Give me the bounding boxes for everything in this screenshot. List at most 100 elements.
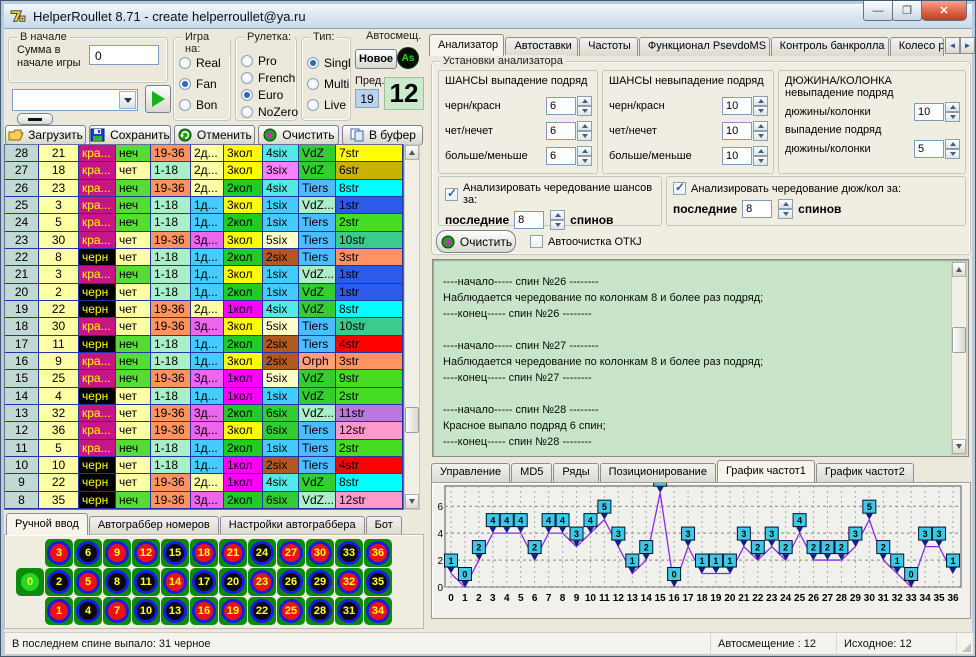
table-row[interactable]: 835черннеч19-363д...2кол6sixVdZ...12str [5,492,403,509]
new-button[interactable]: Новое [355,49,397,69]
history-combobox[interactable] [12,89,138,111]
alt-dozen-checkbox[interactable] [673,182,686,195]
spinner-buttons[interactable] [577,121,592,141]
radio-nozero[interactable]: NoZero [241,103,294,120]
number-button-31[interactable]: 31 [335,597,363,625]
number-button-26[interactable]: 26 [277,568,305,596]
table-row[interactable]: 1332кра...чет19-363д...2кол6sixVdZ...11s… [5,405,403,422]
clear-button[interactable]: Очистить [258,125,339,145]
number-button-20[interactable]: 20 [219,568,247,596]
tab-бот[interactable]: Бот [366,516,402,535]
table-scrollbar[interactable] [404,144,420,510]
radio-multi[interactable]: Multi [307,73,348,94]
table-row[interactable]: 245кра...неч1-181д...2кол1sixTiers2str [5,214,403,231]
autoclear-checkbox[interactable] [530,235,543,248]
spin-down-icon[interactable] [577,106,592,116]
spin-up-icon[interactable] [577,121,592,131]
spinner-buttons[interactable] [753,146,768,166]
table-row[interactable]: 922чернчет19-362д...1кол4sixVdZ8str [5,474,403,491]
number-button-8[interactable]: 8 [103,568,131,596]
spinner-buttons[interactable] [577,146,592,166]
spinner-buttons[interactable] [577,96,592,116]
number-button-36[interactable]: 36 [364,539,392,567]
spin-up-icon[interactable] [550,210,565,220]
spin-down-icon[interactable] [945,112,960,122]
scroll-thumb[interactable] [405,407,419,433]
spin-up-icon[interactable] [778,199,793,209]
spin-up-icon[interactable] [945,102,960,112]
number-button-0[interactable]: 0 [16,568,44,596]
scroll-up-icon[interactable] [405,145,419,160]
spin-up-icon[interactable] [577,96,592,106]
number-button-15[interactable]: 15 [161,539,189,567]
table-row[interactable]: 1010чернчет1-181д...1кол2sixTiers4str [5,457,403,474]
tab-функционал-psevdoms[interactable]: Функционал PsevdoMS [639,37,770,56]
spinner-buttons[interactable] [945,102,960,122]
save-button[interactable]: Сохранить [89,125,171,145]
table-row[interactable]: 2330кра...чет19-363д...3кол5sixTiers10st… [5,232,403,249]
play-button[interactable] [145,85,171,113]
number-button-4[interactable]: 4 [74,597,102,625]
copy-to-buffer-button[interactable]: В буфер [342,125,423,145]
number-button-12[interactable]: 12 [132,539,160,567]
spinner-buttons[interactable] [753,121,768,141]
tab-scroll-left-icon[interactable]: ◄ [945,37,960,54]
spinner-value-input[interactable]: 5 [914,140,944,158]
number-button-34[interactable]: 34 [364,597,392,625]
radio-singl[interactable]: Singl [307,52,348,73]
spinner-value-input[interactable]: 10 [722,97,752,115]
table-row[interactable]: 144чернчет1-181д...1кол1sixVdZ2str [5,388,403,405]
number-button-16[interactable]: 16 [190,597,218,625]
number-button-27[interactable]: 27 [277,539,305,567]
tab-автограббер-номеров[interactable]: Автограббер номеров [89,516,219,535]
number-button-28[interactable]: 28 [306,597,334,625]
number-button-7[interactable]: 7 [103,597,131,625]
number-button-14[interactable]: 14 [161,568,189,596]
number-button-24[interactable]: 24 [248,539,276,567]
number-button-23[interactable]: 23 [248,568,276,596]
alt-chances-checkbox[interactable] [445,188,458,201]
table-row[interactable]: 1525кра...неч19-363д...1кол5sixVdZ9str [5,370,403,387]
table-row[interactable]: 202чернчет1-181д...2кол1sixVdZ1str [5,284,403,301]
spin-down-icon[interactable] [945,149,960,159]
number-button-2[interactable]: 2 [45,568,73,596]
start-sum-input[interactable]: 0 [89,45,159,65]
number-button-21[interactable]: 21 [219,539,247,567]
spin-up-icon[interactable] [945,139,960,149]
spin-down-icon[interactable] [778,209,793,219]
spinner-buttons[interactable] [753,96,768,116]
spin-up-icon[interactable] [753,121,768,131]
log-scrollbar[interactable] [951,261,967,455]
load-button[interactable]: Загрузить [5,125,86,145]
spinner-value-input[interactable]: 10 [722,147,752,165]
tab-позиционирование[interactable]: Позиционирование [600,463,716,482]
spin-up-icon[interactable] [577,146,592,156]
spinner-buttons[interactable] [945,139,960,159]
number-button-33[interactable]: 33 [335,539,363,567]
table-row[interactable]: 115кра...неч1-181д...2кол1sixTiers2str [5,440,403,457]
number-button-9[interactable]: 9 [103,539,131,567]
number-button-30[interactable]: 30 [306,539,334,567]
table-row[interactable]: 1922чернчет19-362д...1кол4sixVdZ8str [5,301,403,318]
scroll-up-icon[interactable] [952,262,966,277]
number-button-25[interactable]: 25 [277,597,305,625]
tab-анализатор[interactable]: Анализатор [429,34,504,56]
tab-график-частот1[interactable]: График частот1 [717,460,815,482]
number-button-18[interactable]: 18 [190,539,218,567]
table-row[interactable]: 1711черннеч1-181д...2кол2sixTiers4str [5,336,403,353]
spin-down-icon[interactable] [577,156,592,166]
alt-dozen-spinner[interactable] [778,199,793,219]
radio-live[interactable]: Live [307,94,348,115]
spin-down-icon[interactable] [550,220,565,230]
number-button-10[interactable]: 10 [132,597,160,625]
table-row[interactable]: 228чернчет1-181д...2кол2sixTiers3str [5,249,403,266]
table-row[interactable]: 253кра...неч1-181д...3кол1sixVdZ...1str [5,197,403,214]
number-button-17[interactable]: 17 [190,568,218,596]
analyzer-log[interactable]: ----начало----- спин №26 --------Наблюда… [432,259,969,457]
spinner-value-input[interactable]: 10 [914,103,944,121]
spin-down-icon[interactable] [753,106,768,116]
table-row[interactable]: 169кра...неч1-181д...3кол2sixOrph3str [5,353,403,370]
number-button-3[interactable]: 3 [45,539,73,567]
spin-up-icon[interactable] [753,96,768,106]
scroll-down-icon[interactable] [405,494,419,509]
